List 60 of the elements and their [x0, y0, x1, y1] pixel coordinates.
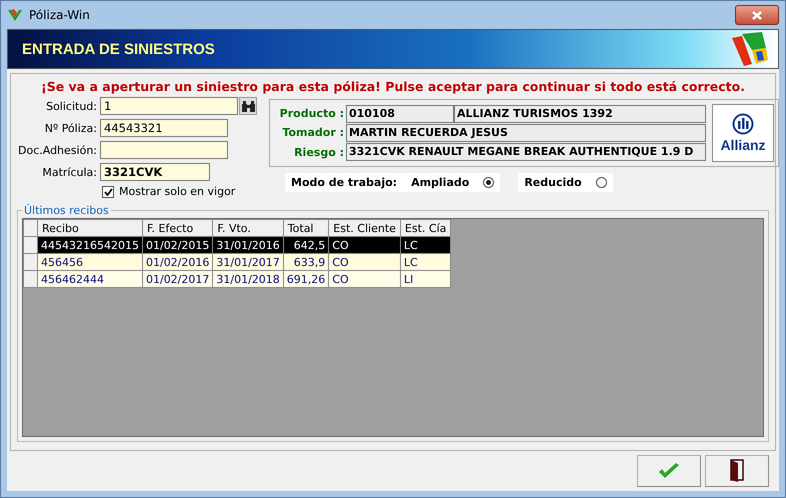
field-label: Nº Póliza: — [44, 122, 97, 134]
holder-value: MARTIN RECUERDA JESUS — [346, 124, 706, 142]
door-icon — [729, 459, 745, 483]
table-cell: 01/02/2016 — [142, 254, 213, 270]
table-cell: CO — [328, 254, 400, 270]
table-cell: 44543216542015 — [38, 236, 142, 254]
table-cell: 01/02/2017 — [142, 270, 213, 288]
table-cell: 01/02/2015 — [142, 236, 213, 254]
window-title: Póliza-Win — [29, 8, 91, 22]
column-header[interactable]: Recibo — [38, 220, 142, 236]
radio-button[interactable] — [596, 177, 607, 188]
exit-button[interactable] — [705, 455, 769, 487]
checkmark-icon — [657, 462, 681, 480]
table-cell: LI — [400, 270, 451, 288]
table-cell: CO — [328, 270, 400, 288]
group-title: Últimos recibos — [23, 204, 110, 217]
banner-title: ENTRADA DE SINIESTROS — [22, 40, 215, 58]
binoculars-icon — [242, 100, 254, 112]
mode-option-label: Reducido — [524, 176, 582, 189]
product-name: ALLIANZ TURISMOS 1392 — [454, 104, 706, 123]
holder-label: Tomador : — [281, 126, 345, 140]
table-cell: 633,9 — [283, 254, 329, 270]
table-cell: 642,5 — [283, 236, 329, 254]
field-label: Matrícula: — [41, 166, 97, 178]
table-cell: 691,26 — [283, 270, 329, 288]
table-cell: 456462444 — [38, 270, 142, 288]
search-button[interactable] — [239, 97, 257, 115]
input-field[interactable]: 1 — [100, 97, 238, 115]
table-cell: 31/01/2017 — [212, 254, 284, 270]
radio-button[interactable] — [483, 177, 494, 188]
close-button[interactable] — [735, 5, 779, 25]
table-cell: CO — [328, 236, 400, 254]
input-field[interactable]: 3321CVK — [100, 163, 210, 181]
column-header[interactable]: Est. Cliente — [328, 220, 400, 236]
app-logo-icon — [7, 7, 23, 23]
checkbox[interactable] — [102, 186, 114, 198]
app-logo-icon — [730, 30, 770, 68]
field-label: Solicitud: — [45, 100, 97, 112]
checkbox-label: Mostrar solo en vigor — [119, 185, 236, 198]
mode-option-label: Ampliado — [411, 176, 470, 189]
warning-message: ¡Se va a aperturar un siniestro para esta póliza! Pulse aceptar para continuar si todo está correcto. — [40, 78, 746, 96]
table-cell: 31/01/2018 — [212, 270, 284, 288]
product-code: 010108 — [346, 104, 454, 123]
table-cell: 31/01/2016 — [212, 236, 284, 254]
close-icon — [752, 10, 762, 20]
risk-value: 3321CVK RENAULT MEGANE BREAK AUTHENTIQUE 1.9 D — [346, 143, 706, 162]
table-cell: LC — [400, 236, 451, 254]
table-cell: 456456 — [38, 254, 142, 270]
product-label: Producto : — [278, 107, 345, 120]
input-field[interactable] — [100, 141, 228, 159]
column-header[interactable]: Total — [283, 220, 329, 236]
mode-label: Modo de trabajo: — [291, 176, 398, 189]
insurer-name: Allianz — [720, 137, 766, 153]
input-field[interactable]: 44543321 — [100, 119, 228, 137]
table-cell: LC — [400, 254, 451, 270]
field-label: Doc.Adhesión: — [17, 144, 97, 156]
column-header[interactable]: F. Vto. — [212, 220, 284, 236]
column-header[interactable]: F. Efecto — [142, 220, 213, 236]
column-header[interactable]: Est. Cía — [400, 220, 451, 236]
risk-label: Riesgo : — [293, 146, 345, 159]
